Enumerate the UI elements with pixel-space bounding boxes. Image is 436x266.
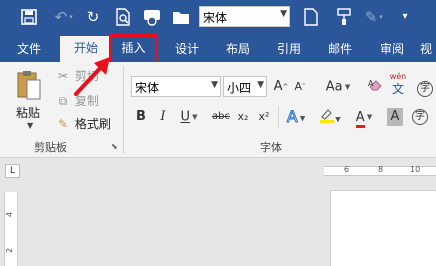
- format-painter-label: 格式刷: [74, 117, 111, 131]
- font-name-value: 宋体: [135, 81, 160, 95]
- chevron-down-icon: ▼: [297, 114, 306, 123]
- clear-formatting-button[interactable]: A: [366, 78, 386, 96]
- strikethrough-button[interactable]: abc: [210, 108, 232, 126]
- chevron-down-icon: ▼: [257, 80, 264, 90]
- italic-button[interactable]: I: [156, 108, 170, 126]
- ruler-tick-label: 2: [5, 247, 15, 254]
- copy-icon: ⧉: [58, 94, 68, 108]
- undo-dropdown-icon[interactable]: ▾: [66, 6, 76, 28]
- change-case-button[interactable]: Aa ▼: [323, 78, 353, 96]
- tab-design[interactable]: 设计: [164, 39, 210, 62]
- highlighter-icon: [320, 109, 335, 123]
- font-name-combo[interactable]: 宋体 ▼: [131, 76, 221, 97]
- ribbon-tabs: 文件 开始 插入 设计 布局 引用 邮件 审阅 视: [0, 34, 436, 64]
- phonetic-label: wén: [389, 72, 407, 81]
- paintbrush-icon: ✎: [57, 117, 69, 131]
- touch-mode-icon[interactable]: [141, 6, 163, 28]
- bold-button[interactable]: B: [134, 108, 148, 126]
- format-painter-icon[interactable]: [333, 6, 355, 28]
- customize-qat-icon[interactable]: ▾: [394, 6, 416, 28]
- grow-font-button[interactable]: A^: [273, 78, 289, 96]
- enclosed-char-icon: 字: [417, 81, 433, 97]
- vertical-ruler[interactable]: 4 2: [4, 192, 18, 266]
- ribbon-home: 粘贴 ▼ ✂ 剪切 ⧉ 复制 ✎ 格式刷 剪贴板 ⬊ 宋体 ▼ 小四 ▼ A^ …: [0, 62, 436, 158]
- tab-mailings[interactable]: 邮件: [317, 39, 363, 62]
- format-painter-button[interactable]: ✎ 格式刷: [55, 116, 111, 132]
- annotation-arrow-icon: [74, 57, 110, 96]
- chevron-down-icon: ▼: [189, 113, 198, 121]
- underline-button[interactable]: U ▼: [178, 108, 200, 126]
- new-document-icon[interactable]: [300, 6, 322, 28]
- svg-text:A: A: [368, 79, 374, 88]
- font-color-button[interactable]: A ▼: [350, 108, 378, 128]
- eraser-icon: A: [368, 79, 382, 91]
- font-group-divider: [278, 106, 279, 128]
- character-border-icon: 字: [412, 109, 428, 125]
- draw-pen-dropdown-icon[interactable]: ▾: [376, 6, 386, 28]
- underline-label: U: [180, 109, 190, 125]
- tab-layout[interactable]: 布局: [215, 39, 261, 62]
- font-color-label: A: [355, 110, 365, 128]
- phonetic-char-icon: 文: [391, 82, 404, 96]
- tab-file[interactable]: 文件: [6, 39, 52, 62]
- qat-font-name: 宋体: [203, 11, 228, 25]
- qat-font-combo[interactable]: 宋体 ▼: [199, 6, 290, 27]
- change-case-label: Aa: [325, 79, 343, 95]
- font-size-value: 小四: [227, 81, 252, 95]
- tab-review[interactable]: 审阅: [369, 39, 415, 62]
- font-size-combo[interactable]: 小四 ▼: [223, 76, 267, 97]
- tab-selector[interactable]: L: [5, 164, 20, 178]
- horizontal-ruler-area: L 6 8 10: [0, 159, 436, 185]
- ruler-tick-label: 10: [410, 165, 421, 174]
- text-effects-icon: A: [286, 107, 298, 126]
- phonetic-guide-button[interactable]: wén 文: [388, 70, 408, 100]
- tab-references[interactable]: 引用: [266, 39, 312, 62]
- chevron-down-icon: ▼: [280, 9, 287, 19]
- shrink-font-button[interactable]: Aˇ: [292, 78, 308, 96]
- paste-dropdown-icon[interactable]: ▼: [27, 121, 33, 130]
- ruler-tick-label: 6: [344, 165, 350, 174]
- quick-access-toolbar: ↶ ▾ ↻ 宋体 ▼ ✎ ▾ ▾: [0, 0, 436, 34]
- tab-view[interactable]: 视: [420, 39, 436, 62]
- document-page[interactable]: [330, 190, 436, 266]
- chevron-down-icon: ▼: [335, 115, 341, 124]
- chevron-down-icon: ▼: [364, 113, 373, 121]
- subscript-button[interactable]: x₂: [235, 108, 251, 126]
- print-preview-icon[interactable]: [112, 6, 134, 28]
- ruler-tick-label: 4: [5, 211, 15, 218]
- open-folder-icon[interactable]: [170, 6, 192, 28]
- clipboard-group-label: 剪贴板: [34, 141, 67, 154]
- ruler-tick-label: 8: [378, 165, 384, 174]
- paste-button-label[interactable]: 粘贴: [16, 104, 40, 121]
- highlight-button[interactable]: ▼: [316, 107, 344, 125]
- chevron-down-icon: ▼: [342, 83, 351, 91]
- paste-icon[interactable]: [17, 70, 41, 100]
- save-icon[interactable]: [18, 6, 40, 28]
- font-group-label: 字体: [260, 141, 282, 154]
- redo-icon[interactable]: ↻: [82, 6, 104, 28]
- enclose-characters-button[interactable]: 字: [414, 78, 436, 97]
- scissors-icon: ✂: [57, 69, 69, 83]
- horizontal-ruler[interactable]: 6 8 10: [324, 165, 436, 176]
- character-border-button[interactable]: 字: [410, 107, 430, 125]
- superscript-button[interactable]: x²: [256, 108, 272, 126]
- clipboard-launcher-icon[interactable]: ⬊: [111, 142, 118, 151]
- character-shading-button[interactable]: A: [387, 108, 403, 126]
- group-divider: [123, 66, 124, 154]
- text-effects-button[interactable]: A ▼: [283, 107, 309, 126]
- chevron-down-icon: ▼: [211, 80, 218, 90]
